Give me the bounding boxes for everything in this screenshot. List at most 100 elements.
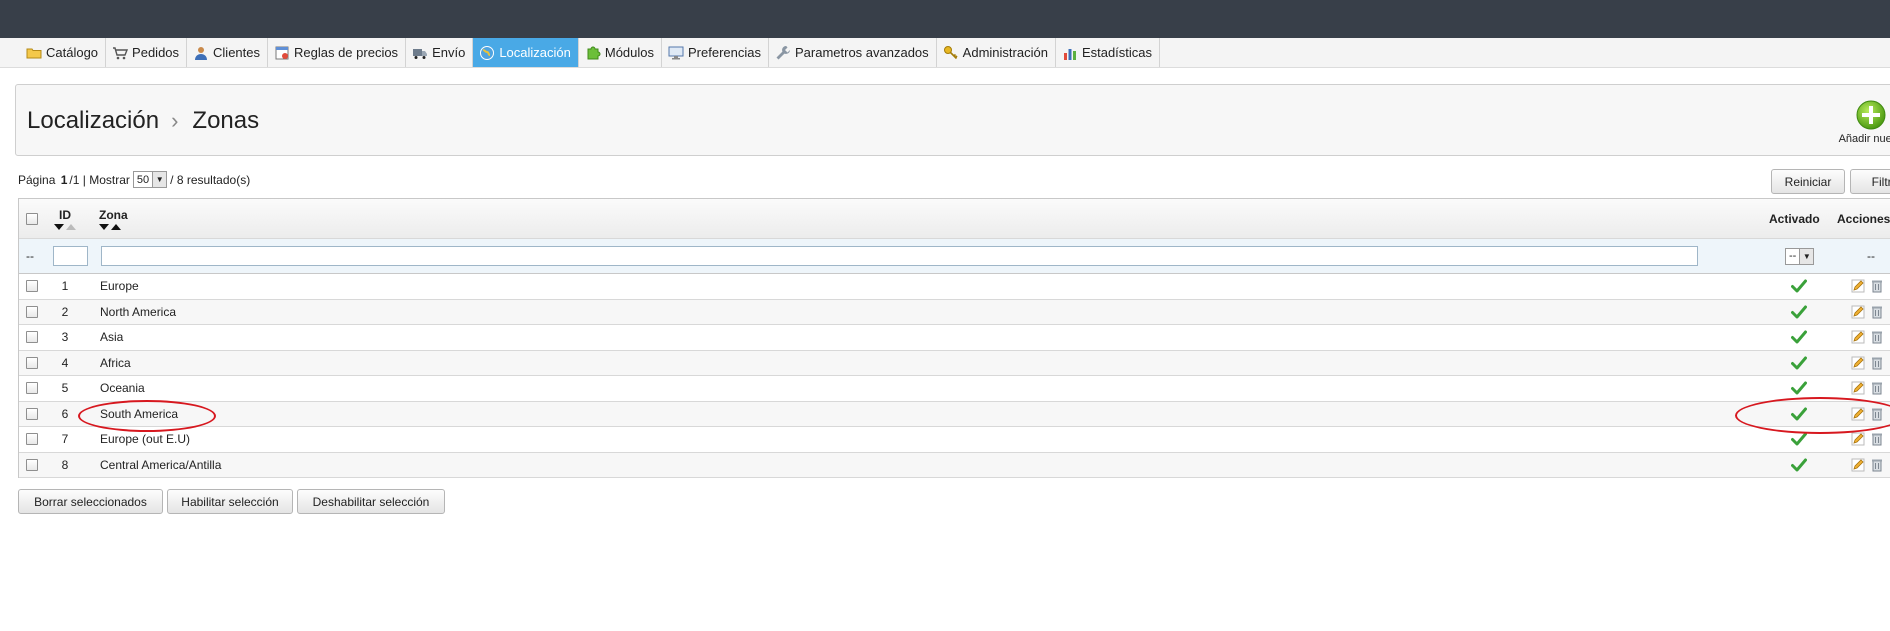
row-checkbox[interactable] xyxy=(26,280,38,293)
row-checkbox[interactable] xyxy=(26,305,38,318)
menu-envio[interactable]: Envío xyxy=(406,38,474,67)
row-actions-cell xyxy=(1851,402,1884,427)
edit-icon[interactable] xyxy=(1851,279,1865,293)
row-zone-cell: South America xyxy=(100,402,178,427)
enabled-check-icon[interactable] xyxy=(1791,432,1807,446)
menu-modulos[interactable]: Módulos xyxy=(579,38,662,67)
add-new-label: Añadir nuevo xyxy=(1838,133,1890,145)
row-checkbox[interactable] xyxy=(26,331,38,344)
row-checkbox[interactable] xyxy=(26,407,38,420)
menu-administracion[interactable]: Administración xyxy=(937,38,1056,67)
enable-selection-button[interactable]: Habilitar selección xyxy=(167,489,293,514)
table-row[interactable]: 8 Central America/Antilla xyxy=(19,452,1890,478)
row-actions-cell xyxy=(1851,274,1884,299)
row-enabled-cell xyxy=(1791,300,1807,325)
row-zone: Europe (out E.U) xyxy=(100,432,191,447)
enabled-check-icon[interactable] xyxy=(1791,381,1807,395)
reset-button[interactable]: Reiniciar xyxy=(1771,169,1845,194)
row-checkbox[interactable] xyxy=(26,458,38,471)
row-id-cell: 5 xyxy=(52,376,78,401)
filter-id-input[interactable] xyxy=(53,246,88,266)
filter-actions-text: -- xyxy=(1867,249,1875,263)
zones-table: ID Zona Activado Acciones -- -- ▼ -- 1 Eu… xyxy=(18,198,1890,478)
top-bar xyxy=(0,0,1890,38)
wrench-icon xyxy=(775,45,791,61)
edit-icon[interactable] xyxy=(1851,305,1865,319)
add-new-button[interactable]: Añadir nuevo xyxy=(1826,99,1890,145)
row-id: 8 xyxy=(61,457,69,472)
delete-icon[interactable] xyxy=(1870,330,1884,344)
delete-icon[interactable] xyxy=(1870,458,1884,472)
delete-icon[interactable] xyxy=(1870,279,1884,293)
delete-icon[interactable] xyxy=(1870,432,1884,446)
row-zone-cell: North America xyxy=(100,300,176,325)
page-word: Página xyxy=(18,172,56,187)
edit-icon[interactable] xyxy=(1851,356,1865,370)
menu-localizacion[interactable]: Localización xyxy=(473,38,579,67)
row-id: 1 xyxy=(61,279,69,294)
enabled-header-label: Activado xyxy=(1769,211,1820,226)
enabled-check-icon[interactable] xyxy=(1791,279,1807,293)
table-row[interactable]: 1 Europe xyxy=(19,274,1890,300)
edit-icon[interactable] xyxy=(1851,432,1865,446)
table-row[interactable]: 5 Oceania xyxy=(19,376,1890,402)
row-actions-cell xyxy=(1851,351,1884,376)
edit-icon[interactable] xyxy=(1851,458,1865,472)
enabled-check-icon[interactable] xyxy=(1791,305,1807,319)
menu-clientes[interactable]: Clientes xyxy=(187,38,268,67)
edit-icon[interactable] xyxy=(1851,407,1865,421)
menu-pedidos[interactable]: Pedidos xyxy=(106,38,188,67)
table-row[interactable]: 3 Asia xyxy=(19,325,1890,351)
actions-header-label: Acciones xyxy=(1837,211,1890,226)
row-checkbox[interactable] xyxy=(26,356,38,369)
row-checkbox[interactable] xyxy=(26,433,38,446)
menu-preferencias[interactable]: Preferencias xyxy=(662,38,769,67)
row-zone-cell: Europe xyxy=(100,274,139,299)
truck-icon xyxy=(412,45,428,61)
row-enabled-cell xyxy=(1791,351,1807,376)
select-all-checkbox[interactable] xyxy=(26,212,38,225)
menu-reglas-precios[interactable]: Reglas de precios xyxy=(268,38,407,67)
edit-icon[interactable] xyxy=(1851,330,1865,344)
sort-asc-icon[interactable] xyxy=(66,223,76,230)
sort-asc-icon[interactable] xyxy=(111,223,121,230)
delete-icon[interactable] xyxy=(1870,356,1884,370)
table-row[interactable]: 2 North America xyxy=(19,299,1890,325)
table-row[interactable]: 6 South America xyxy=(19,401,1890,427)
filter-button[interactable]: Filtrar xyxy=(1850,169,1890,194)
enabled-check-icon[interactable] xyxy=(1791,330,1807,344)
add-icon xyxy=(1856,100,1886,130)
globe-icon xyxy=(479,45,495,61)
sort-desc-icon[interactable] xyxy=(99,223,109,230)
breadcrumb-parent[interactable]: Localización xyxy=(27,107,159,135)
table-row[interactable]: 4 Africa xyxy=(19,350,1890,376)
row-enabled-cell xyxy=(1791,427,1807,452)
delete-icon[interactable] xyxy=(1870,407,1884,421)
row-zone: Oceania xyxy=(100,381,145,396)
menu-estadisticas[interactable]: Estadísticas xyxy=(1056,38,1161,67)
filter-zone-input[interactable] xyxy=(101,246,1698,266)
row-zone-cell: Africa xyxy=(100,351,131,376)
disable-selection-button[interactable]: Deshabilitar selección xyxy=(297,489,445,514)
row-id-cell: 2 xyxy=(52,300,78,325)
row-checkbox-cell xyxy=(26,300,38,325)
edit-icon[interactable] xyxy=(1851,381,1865,395)
row-checkbox-cell xyxy=(26,325,38,350)
sort-desc-icon[interactable] xyxy=(54,223,64,230)
row-checkbox[interactable] xyxy=(26,382,38,395)
menu-item-label: Reglas de precios xyxy=(294,45,399,60)
per-page-select[interactable]: 50 ▼ xyxy=(132,171,168,188)
enabled-check-icon[interactable] xyxy=(1791,407,1807,421)
delete-selected-button[interactable]: Borrar seleccionados xyxy=(18,489,163,514)
delete-icon[interactable] xyxy=(1870,381,1884,395)
filter-enabled-select[interactable]: -- ▼ xyxy=(1785,247,1815,265)
menu-catalogo[interactable]: Catálogo xyxy=(20,38,107,67)
enabled-check-icon[interactable] xyxy=(1791,356,1807,370)
row-checkbox-cell xyxy=(26,376,38,401)
menu-parametros-avanzados[interactable]: Parametros avanzados xyxy=(769,38,937,67)
monitor-icon xyxy=(668,45,684,61)
enabled-check-icon[interactable] xyxy=(1791,458,1807,472)
delete-icon[interactable] xyxy=(1870,305,1884,319)
table-row[interactable]: 7 Europe (out E.U) xyxy=(19,427,1890,453)
zone-header: Zona xyxy=(99,199,128,238)
